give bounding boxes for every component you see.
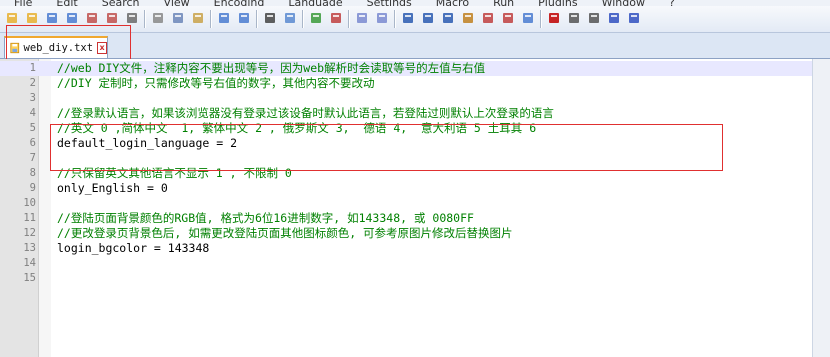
undo-icon[interactable] <box>215 9 233 27</box>
close-icon[interactable] <box>83 9 101 27</box>
editor-line[interactable]: 8 //只保留英文其他语言不显示 1 , 不限制 0 <box>0 166 812 181</box>
line-number: 7 <box>29 152 36 164</box>
comment-text: //web DIY文件，注释内容不要出现等号，因为web解析时会读取等号的左值与… <box>57 61 486 75</box>
new-file-icon[interactable] <box>3 9 21 27</box>
save-all-icon[interactable] <box>63 9 81 27</box>
toolbar-separator <box>210 10 212 28</box>
code-text: only_English = 0 <box>57 181 168 195</box>
copy-icon[interactable] <box>169 9 187 27</box>
comment-text: //登陆页面背景颜色的RGB值, 格式为6位16进制数字, 如143348, 或… <box>57 211 474 225</box>
play-macro-icon[interactable] <box>585 9 603 27</box>
zoom-in-icon[interactable] <box>307 9 325 27</box>
toolbar-separator <box>394 10 396 28</box>
function-list-icon[interactable] <box>479 9 497 27</box>
folder-as-workspace-icon[interactable] <box>499 9 517 27</box>
editor-line[interactable]: 10 <box>0 196 812 211</box>
stop-recording-icon[interactable] <box>565 9 583 27</box>
line-number: 8 <box>29 167 36 179</box>
editor-line[interactable]: 6 default_login_language = 2 <box>0 136 812 151</box>
comment-text: //更改登录页背景色后, 如需更改登陆页面其他图标颜色, 可参考原图片修改后替换… <box>57 226 513 240</box>
code-text: login_bgcolor = 143348 <box>57 241 210 255</box>
print-icon[interactable] <box>123 9 141 27</box>
editor-line[interactable]: 9 only_English = 0 <box>0 181 812 196</box>
user-define-language-icon[interactable] <box>459 9 477 27</box>
find-icon[interactable] <box>261 9 279 27</box>
toolbar-separator <box>144 10 146 28</box>
editor-line[interactable]: 13 login_bgcolor = 143348 <box>0 241 812 256</box>
comment-text: //英文 0 ,简体中文 1, 繁体中文 2 , 俄罗斯文 3, 德语 4, 意… <box>57 121 537 135</box>
text-editor[interactable]: 1 //web DIY文件，注释内容不要出现等号，因为web解析时会读取等号的左值… <box>0 59 812 357</box>
comment-text: //DIY 定制时，只需修改等号右值的数字，其他内容不要改动 <box>57 76 375 90</box>
vertical-scrollbar[interactable] <box>812 59 830 357</box>
line-number: 11 <box>23 212 36 224</box>
editor-line[interactable]: 2 //DIY 定制时，只需修改等号右值的数字，其他内容不要改动 <box>0 76 812 91</box>
editor-line[interactable]: 14 <box>0 256 812 271</box>
line-number: 4 <box>29 107 36 119</box>
record-macro-icon[interactable] <box>545 9 563 27</box>
sync-horizontal-icon[interactable] <box>373 9 391 27</box>
close-icon[interactable]: x <box>97 42 107 54</box>
save-icon[interactable] <box>43 9 61 27</box>
editor-line[interactable]: 7 <box>0 151 812 166</box>
zoom-out-icon[interactable] <box>327 9 345 27</box>
redo-icon[interactable] <box>235 9 253 27</box>
editor-line[interactable]: 4 //登录默认语言，如果该浏览器没有登录过该设备时默认此语言，若登陆过则默认上次… <box>0 106 812 121</box>
line-number: 13 <box>23 242 36 254</box>
line-number: 5 <box>29 122 36 134</box>
open-file-icon[interactable] <box>23 9 41 27</box>
toolbar-separator <box>540 10 542 28</box>
indent-guide-icon[interactable] <box>439 9 457 27</box>
line-number: 9 <box>29 182 36 194</box>
close-all-icon[interactable] <box>103 9 121 27</box>
line-number: 12 <box>23 227 36 239</box>
toolbar <box>0 6 830 33</box>
tab-label: web_diy.txt <box>23 42 94 54</box>
line-number: 6 <box>29 137 36 149</box>
sync-vertical-icon[interactable] <box>353 9 371 27</box>
toolbar-separator <box>348 10 350 28</box>
comment-text: //登录默认语言，如果该浏览器没有登录过该设备时默认此语言，若登陆过则默认上次登… <box>57 106 554 120</box>
cut-icon[interactable] <box>149 9 167 27</box>
line-number: 2 <box>29 77 36 89</box>
replace-icon[interactable] <box>281 9 299 27</box>
editor-line[interactable]: 11 //登陆页面背景颜色的RGB值, 格式为6位16进制数字, 如143348,… <box>0 211 812 226</box>
toolbar-separator <box>256 10 258 28</box>
editor-line[interactable]: 12 //更改登录页背景色后, 如需更改登陆页面其他图标颜色, 可参考原图片修改后… <box>0 226 812 241</box>
editor-line[interactable]: 1 //web DIY文件，注释内容不要出现等号，因为web解析时会读取等号的左值… <box>0 61 812 76</box>
editor-line[interactable]: 3 <box>0 91 812 106</box>
show-all-chars-icon[interactable] <box>419 9 437 27</box>
editor-line[interactable]: 5 //英文 0 ,简体中文 1, 繁体中文 2 , 俄罗斯文 3, 德语 4, … <box>0 121 812 136</box>
tab-bar: web_diy.txt x <box>0 33 830 59</box>
editor-line[interactable]: 15 <box>0 271 812 286</box>
run-macro-multiple-icon[interactable] <box>605 9 623 27</box>
toolbar-separator <box>302 10 304 28</box>
save-macro-icon[interactable] <box>625 9 643 27</box>
line-number: 10 <box>23 197 36 209</box>
line-number: 15 <box>23 272 36 284</box>
comment-text: //只保留英文其他语言不显示 1 , 不限制 0 <box>57 166 292 180</box>
paste-icon[interactable] <box>189 9 207 27</box>
tab-web-diy[interactable]: web_diy.txt x <box>4 36 108 58</box>
line-number: 1 <box>29 62 36 74</box>
monitoring-icon[interactable] <box>519 9 537 27</box>
file-saved-icon <box>10 42 20 54</box>
code-text: default_login_language = 2 <box>57 136 238 150</box>
line-number: 3 <box>29 92 36 104</box>
word-wrap-icon[interactable] <box>399 9 417 27</box>
line-number: 14 <box>23 257 36 269</box>
